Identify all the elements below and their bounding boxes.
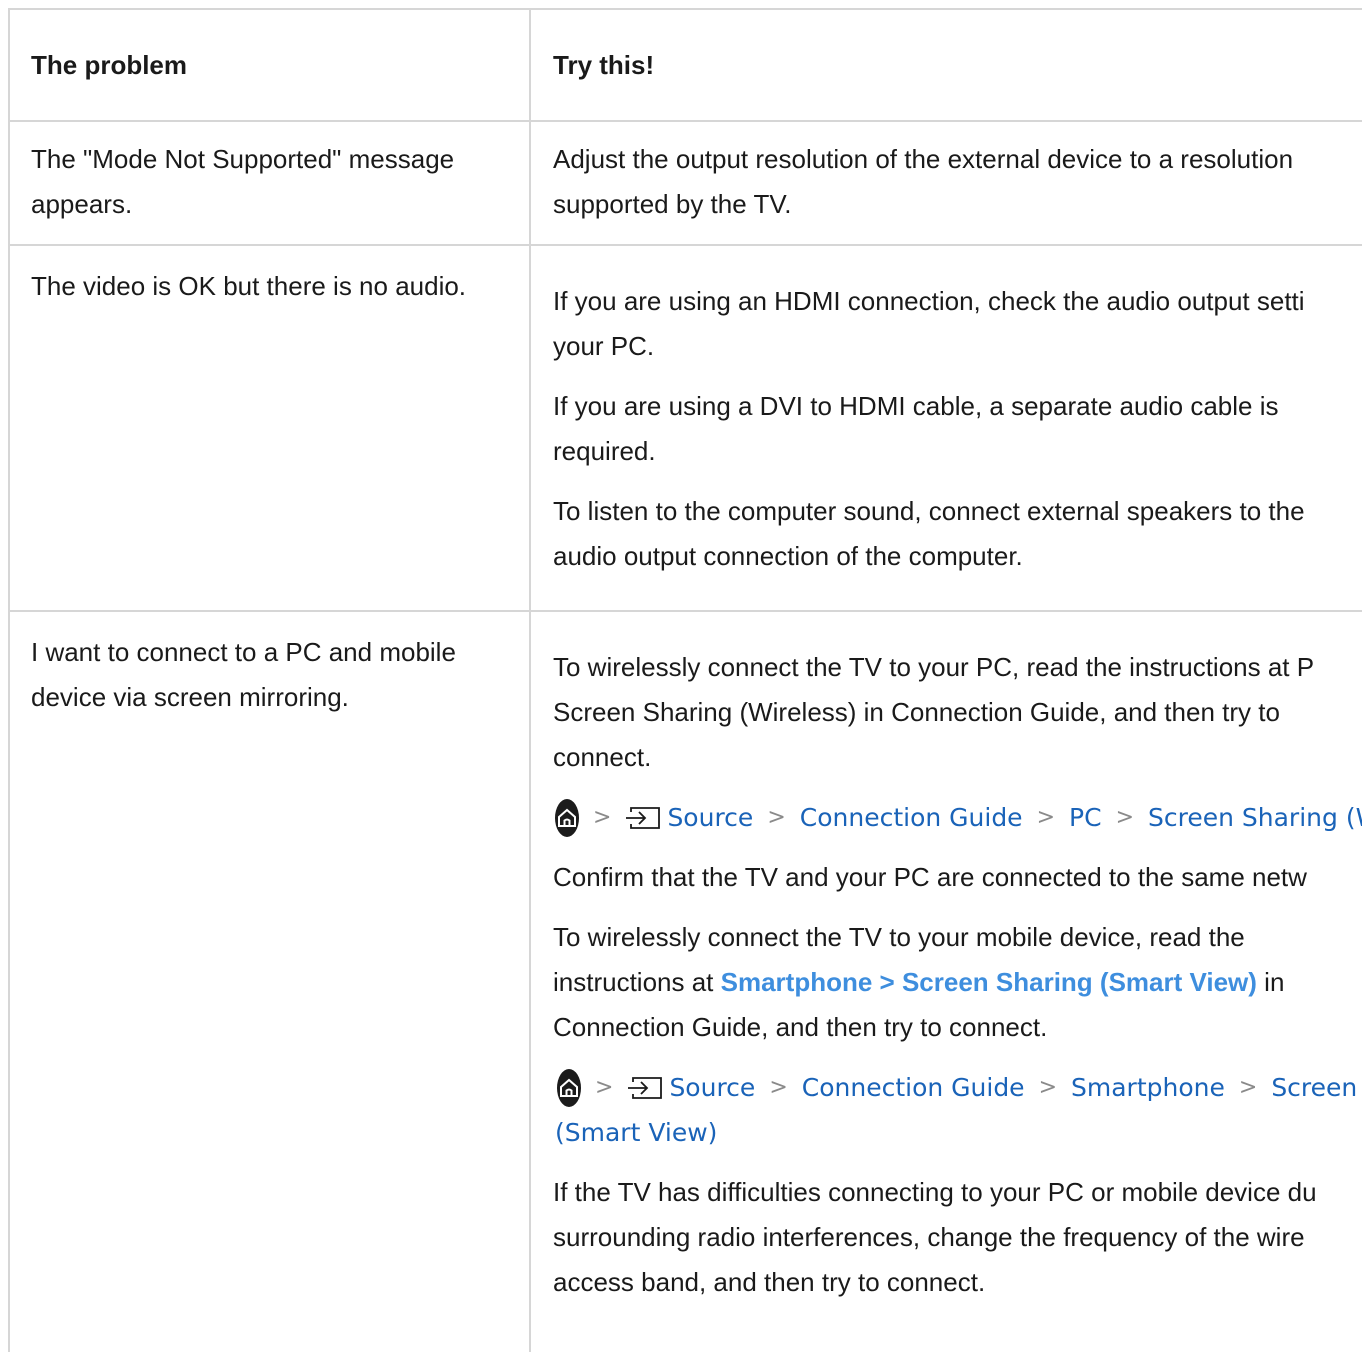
problem-text: appears. — [31, 189, 133, 219]
path-item-connection-guide[interactable]: Connection Guide — [800, 795, 1023, 840]
solution-text: If you are using an HDMI connection, che… — [553, 286, 1305, 316]
solution-text: If you are using a DVI to HDMI cable, a … — [553, 391, 1279, 421]
home-icon — [557, 1068, 581, 1107]
troubleshooting-table: The problem Try this! The "Mode Not Supp… — [8, 8, 1362, 1352]
path-item-connection-guide[interactable]: Connection Guide — [802, 1065, 1025, 1110]
chevron-right-icon: > — [767, 805, 786, 830]
home-icon — [555, 798, 579, 837]
problem-text: device via screen mirroring. — [31, 682, 349, 712]
solution-text: Confirm that the TV and your PC are conn… — [553, 862, 1307, 892]
path-item-smartphone[interactable]: Smartphone — [1071, 1065, 1225, 1110]
header-problem: The problem — [10, 10, 531, 120]
solution-text: your PC. — [553, 331, 655, 361]
path-item-smart-view[interactable]: (Smart View) — [555, 1110, 717, 1155]
problem-cell: The "Mode Not Supported" message appears… — [10, 122, 531, 244]
solution-text: Connection Guide, and then try to connec… — [553, 1012, 1048, 1042]
chevron-right-icon: > — [1036, 805, 1056, 830]
problem-cell: The video is OK but there is no audio. — [10, 246, 531, 610]
chevron-right-icon: > — [1238, 1075, 1258, 1100]
solution-text-suffix: in — [1256, 967, 1285, 997]
chevron-right-icon: > — [769, 1075, 788, 1100]
path-item-pc[interactable]: PC — [1069, 795, 1102, 840]
smart-view-link[interactable]: Smartphone > Screen Sharing (Smart View) — [721, 967, 1257, 997]
problem-text: The video is OK but there is no audio. — [31, 271, 467, 301]
path-item-source[interactable]: Source — [667, 795, 753, 840]
solution-cell: Adjust the output resolution of the exte… — [531, 122, 1362, 244]
solution-text: instructions at Smartphone > Screen Shar… — [553, 960, 1362, 1005]
solution-text-prefix: instructions at — [553, 967, 721, 997]
solution-text: To wirelessly connect the TV to your mob… — [553, 922, 1245, 952]
solution-text: connect. — [553, 742, 652, 772]
chevron-right-icon: > — [595, 1075, 614, 1100]
path-item-screen-sharing[interactable]: Screen Sharing (Wireles — [1148, 795, 1362, 840]
menu-path-continuation: (Smart View) — [553, 1110, 1362, 1155]
table-row: I want to connect to a PC and mobile dev… — [10, 612, 1362, 1352]
table-header-row: The problem Try this! — [10, 10, 1362, 122]
solution-text: supported by the TV. — [553, 189, 792, 219]
chevron-right-icon: > — [1115, 805, 1134, 830]
solution-text: If the TV has difficulties connecting to… — [553, 1177, 1317, 1207]
source-input-icon — [627, 1076, 663, 1100]
solution-text: Adjust the output resolution of the exte… — [553, 144, 1294, 174]
table-row: The "Mode Not Supported" message appears… — [10, 122, 1362, 246]
solution-text: Screen Sharing (Wireless) in Connection … — [553, 697, 1280, 727]
source-input-icon — [625, 806, 661, 830]
solution-text: audio output connection of the computer. — [553, 541, 1023, 571]
chevron-right-icon: > — [1038, 1075, 1058, 1100]
solution-text: surrounding radio interferences, change … — [553, 1222, 1305, 1252]
menu-path-pc: > Source > Connection Guide > PC > Scree… — [553, 795, 1362, 840]
solution-cell: If you are using an HDMI connection, che… — [531, 246, 1362, 610]
solution-text: required. — [553, 436, 656, 466]
path-item-screen-sharing[interactable]: Screen Shari — [1271, 1065, 1362, 1110]
solution-text: access band, and then try to connect. — [553, 1267, 986, 1297]
problem-cell: I want to connect to a PC and mobile dev… — [10, 612, 531, 1352]
chevron-right-icon: > — [593, 805, 612, 830]
table-row: The video is OK but there is no audio. I… — [10, 246, 1362, 612]
header-try-this: Try this! — [553, 50, 655, 80]
problem-text: I want to connect to a PC and mobile — [31, 637, 456, 667]
solution-cell: To wirelessly connect the TV to your PC,… — [531, 612, 1362, 1352]
solution-text: To listen to the computer sound, connect… — [553, 496, 1305, 526]
solution-text: To wirelessly connect the TV to your PC,… — [553, 652, 1315, 682]
menu-path-smartphone: > Source > Connection Guide > Smartphone… — [553, 1065, 1362, 1110]
problem-text: The "Mode Not Supported" message — [31, 144, 455, 174]
path-item-source[interactable]: Source — [669, 1065, 755, 1110]
